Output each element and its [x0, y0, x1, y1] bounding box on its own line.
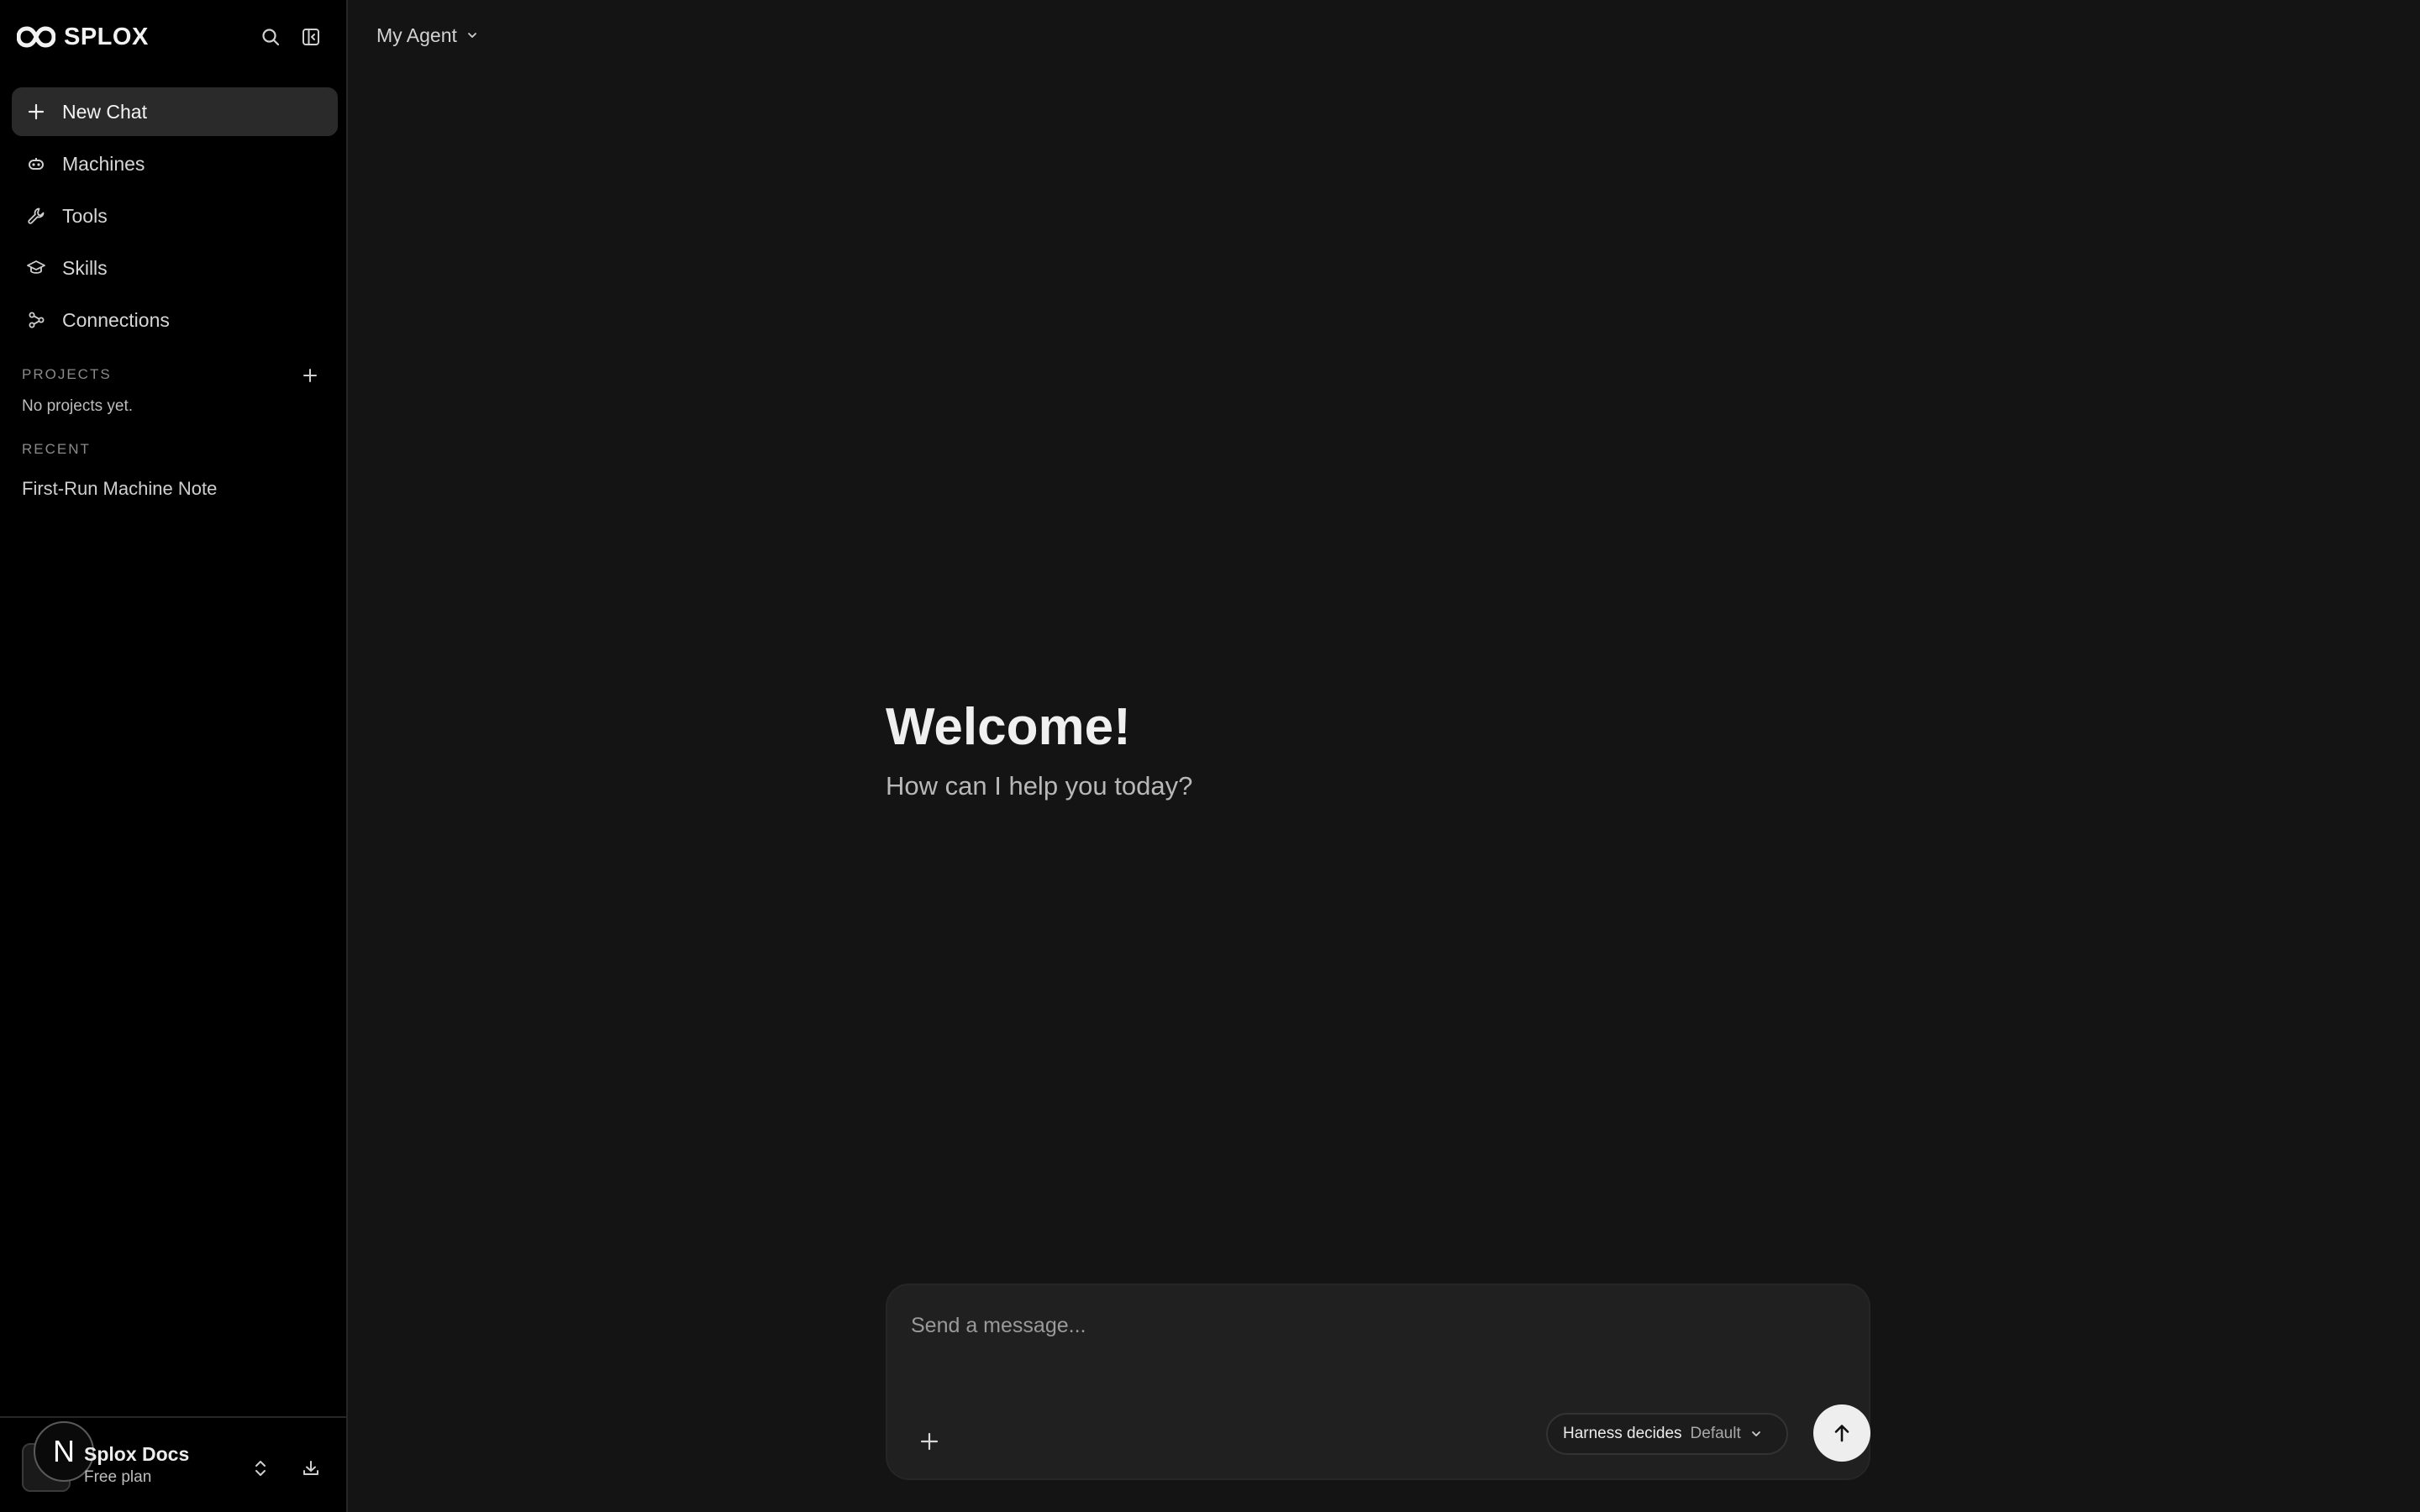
app-root: SPLOX New Chat Machines Tools Skills Con… — [0, 0, 2420, 1512]
projects-section-label: PROJECTS — [22, 366, 112, 382]
welcome-title: Welcome! — [886, 698, 1131, 756]
infinity-logo-icon — [17, 20, 55, 54]
sidebar-item-connections[interactable]: Connections — [12, 296, 338, 344]
mode-selector[interactable]: Harness decides Default — [1546, 1413, 1788, 1455]
chevron-down-icon — [1751, 1431, 1760, 1436]
attach-button[interactable] — [911, 1423, 948, 1460]
account-name[interactable]: Splox Docs — [84, 1443, 189, 1466]
send-button[interactable] — [1813, 1404, 1870, 1462]
mode-secondary-label: Default — [1690, 1425, 1741, 1442]
arrow-up-icon — [1834, 1425, 1849, 1442]
download-button[interactable] — [296, 1453, 326, 1483]
recent-chat-item[interactable]: First-Run Machine Note — [12, 468, 338, 510]
nav-label-machines: Machines — [62, 152, 145, 175]
chat-main: My Agent Welcome! How can I help you tod… — [348, 0, 2420, 1512]
graduation-cap-icon — [25, 257, 47, 279]
agent-selector[interactable]: My Agent — [376, 20, 479, 50]
robot-icon — [25, 153, 47, 175]
sidebar-item-tools[interactable]: Tools — [12, 192, 338, 240]
connections-icon — [25, 309, 47, 331]
sidebar-nav: New Chat Machines Tools Skills Connectio… — [12, 87, 338, 348]
new-chat-button[interactable]: New Chat — [12, 87, 338, 136]
search-icon — [262, 29, 280, 46]
wrench-icon — [25, 205, 47, 227]
add-project-button[interactable] — [296, 361, 324, 390]
switch-account-button[interactable] — [245, 1453, 276, 1483]
nav-label-new-chat: New Chat — [62, 100, 147, 123]
welcome-subtitle: How can I help you today? — [886, 771, 1193, 801]
chevron-down-icon — [467, 33, 476, 38]
search-button[interactable] — [255, 22, 286, 52]
sidebar-item-skills[interactable]: Skills — [12, 244, 338, 292]
plus-icon — [25, 101, 47, 123]
account-plan: Free plan — [84, 1468, 152, 1486]
nav-label-connections: Connections — [62, 308, 170, 331]
message-composer: Harness decides Default — [886, 1284, 1870, 1480]
brand[interactable]: SPLOX — [17, 20, 149, 54]
plus-icon — [303, 369, 317, 382]
message-input[interactable] — [911, 1307, 1835, 1344]
mode-primary-label: Harness decides — [1563, 1425, 1682, 1442]
projects-empty-text: No projects yet. — [22, 397, 133, 415]
nav-label-skills: Skills — [62, 256, 108, 279]
agent-selector-label: My Agent — [376, 24, 457, 46]
sidebar: SPLOX New Chat Machines Tools Skills Con… — [0, 0, 348, 1512]
brand-name: SPLOX — [64, 23, 149, 50]
chevrons-up-down-icon — [255, 1461, 266, 1476]
download-icon — [303, 1461, 318, 1475]
sidebar-toggle-icon — [302, 29, 319, 45]
account-panel: N Splox Docs Free plan — [0, 1416, 346, 1512]
nav-label-tools: Tools — [62, 204, 108, 227]
plus-icon — [920, 1432, 939, 1451]
recent-section-label: RECENT — [22, 441, 91, 457]
collapse-sidebar-button[interactable] — [296, 22, 326, 52]
sidebar-item-machines[interactable]: Machines — [12, 139, 338, 188]
